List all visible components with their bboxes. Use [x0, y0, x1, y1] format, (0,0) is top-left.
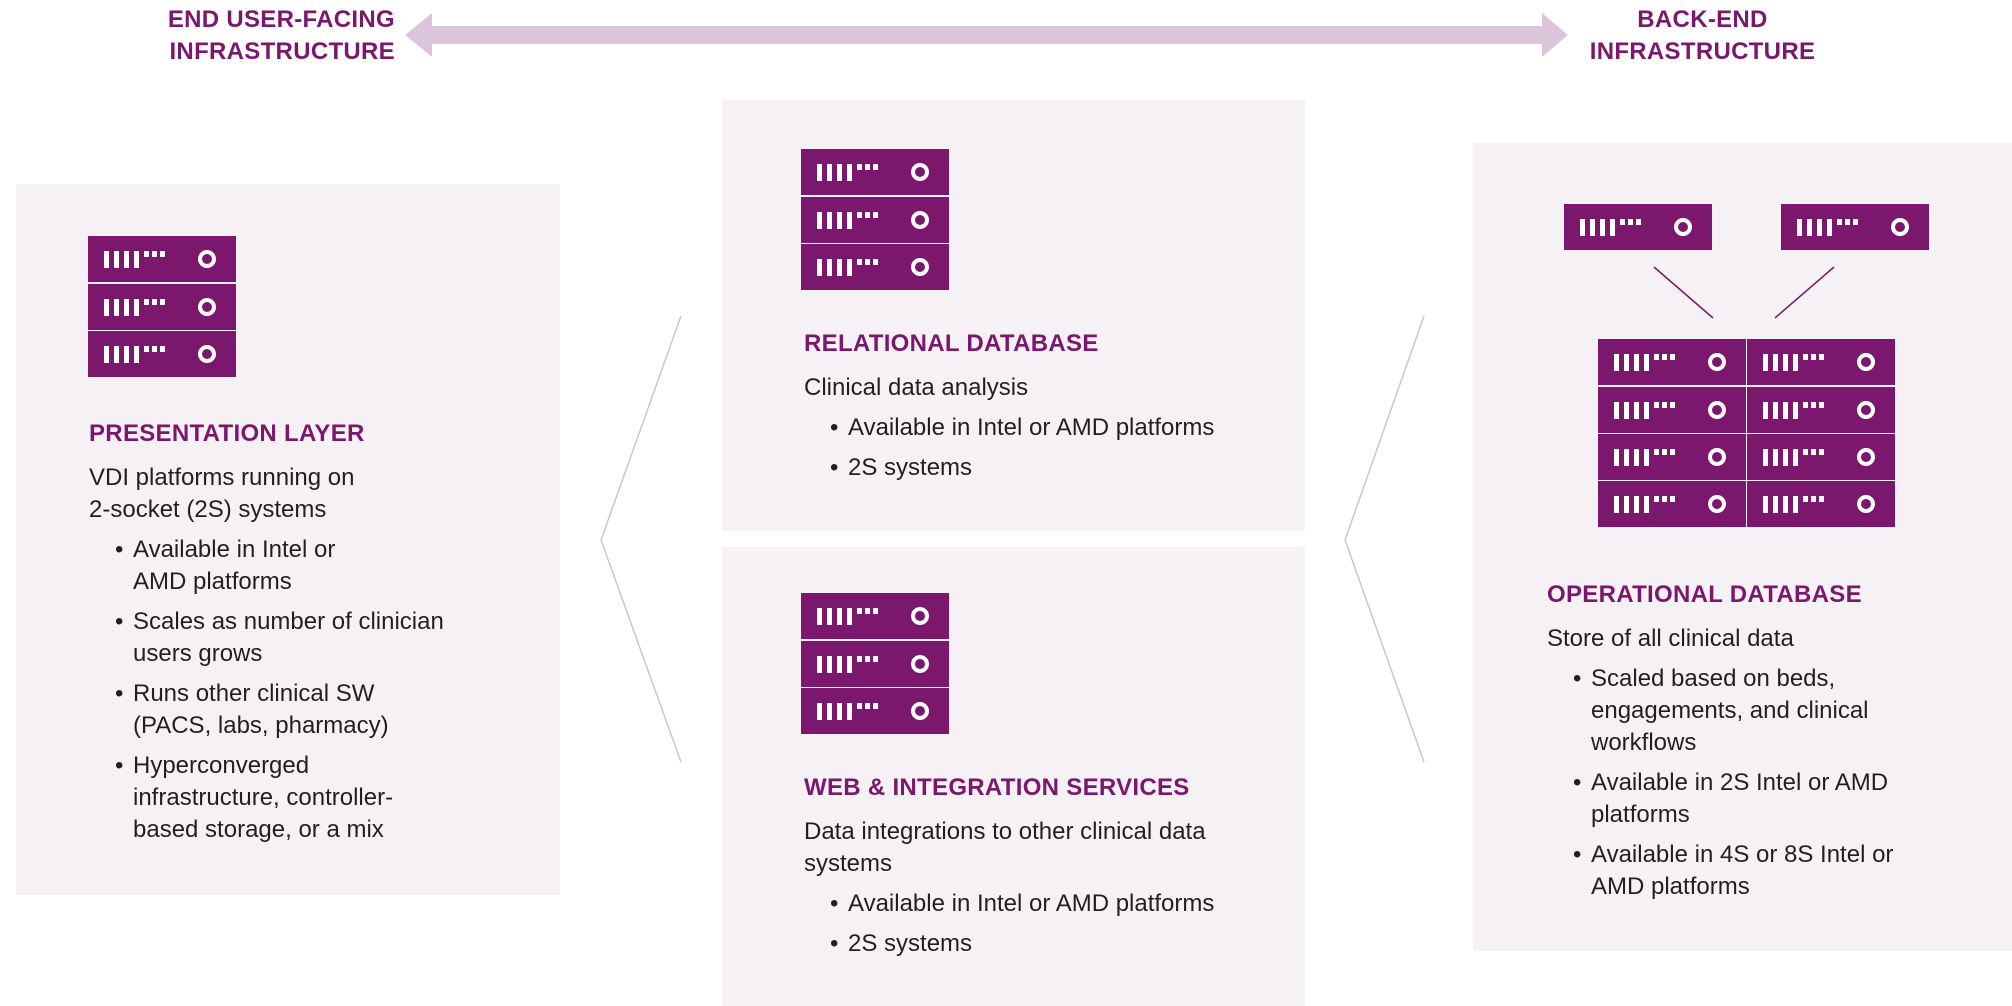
- web-integration-content: WEB & INTEGRATION SERVICES Data integrat…: [804, 772, 1284, 968]
- server-unit: [1781, 204, 1929, 250]
- server-unit: [801, 641, 949, 687]
- web-integration-description: Data integrations to other clinical data…: [804, 816, 1284, 880]
- bullet-line: (PACS, labs, pharmacy): [133, 712, 389, 739]
- server-unit: [801, 688, 949, 734]
- server-unit: [801, 149, 949, 195]
- server-unit: [1747, 434, 1895, 480]
- list-item: Scales as number of clinician users grow…: [115, 606, 489, 670]
- operational-database-description: Store of all clinical data: [1547, 625, 1794, 652]
- description-line: 2-socket (2S) systems: [89, 496, 327, 523]
- presentation-layer-bullets: Available in Intel or AMD platforms Scal…: [89, 534, 489, 846]
- description-line: VDI platforms running on: [89, 464, 355, 491]
- server-unit: [1598, 434, 1746, 480]
- bullet-line: workflows: [1591, 729, 1697, 756]
- server-unit: [1598, 387, 1746, 433]
- list-item: Available in 2S Intel or AMD platforms: [1573, 767, 1967, 831]
- presentation-layer-title: PRESENTATION LAYER: [89, 420, 365, 447]
- server-unit: [1564, 204, 1712, 250]
- bullet-line: Runs other clinical SW: [133, 680, 375, 707]
- server-unit: [88, 284, 236, 330]
- bullet-line: users grows: [133, 640, 263, 667]
- relational-database-bullets: Available in Intel or AMD platforms 2S s…: [804, 412, 1284, 484]
- list-item: Available in Intel or AMD platforms: [115, 534, 489, 598]
- list-item: Runs other clinical SW (PACS, labs, phar…: [115, 678, 489, 742]
- server-unit: [1747, 387, 1895, 433]
- bullet-line: Scales as number of clinician: [133, 608, 444, 635]
- presentation-layer-content: PRESENTATION LAYER VDI platforms running…: [89, 418, 489, 854]
- right-chevron: [1344, 315, 1425, 763]
- list-item: Available in Intel or AMD platforms: [830, 412, 1284, 444]
- list-item: Available in Intel or AMD platforms: [830, 888, 1284, 920]
- bullet-line: Scaled based on beds,: [1591, 665, 1836, 692]
- bullet-line: AMD platforms: [1591, 873, 1750, 900]
- operational-database-bullets: Scaled based on beds, engagements, and c…: [1547, 663, 1967, 903]
- relational-database-title: RELATIONAL DATABASE: [804, 330, 1099, 357]
- bullet-line: platforms: [1591, 801, 1690, 828]
- web-integration-title: WEB & INTEGRATION SERVICES: [804, 774, 1190, 801]
- operational-database-content: OPERATIONAL DATABASE Store of all clinic…: [1547, 579, 1967, 911]
- bullet-line: Hyperconverged: [133, 752, 310, 779]
- left-chevron: [600, 315, 682, 763]
- server-unit: [88, 331, 236, 377]
- server-unit: [1598, 481, 1746, 527]
- server-unit: [801, 244, 949, 290]
- relational-database-description: Clinical data analysis: [804, 374, 1029, 401]
- server-unit: [801, 197, 949, 243]
- server-unit: [1747, 481, 1895, 527]
- list-item: 2S systems: [830, 452, 1284, 484]
- operational-database-title: OPERATIONAL DATABASE: [1547, 581, 1862, 608]
- server-unit: [88, 236, 236, 282]
- web-integration-bullets: Available in Intel or AMD platforms 2S s…: [804, 888, 1284, 960]
- bullet-line: infrastructure, controller-: [133, 784, 394, 811]
- description-line: Data integrations to other clinical data: [804, 818, 1206, 845]
- presentation-layer-description: VDI platforms running on 2-socket (2S) s…: [89, 462, 489, 526]
- bullet-line: based storage, or a mix: [133, 816, 384, 843]
- server-unit: [1598, 339, 1746, 385]
- bullet-line: AMD platforms: [133, 568, 292, 595]
- description-line: systems: [804, 850, 893, 877]
- bullet-line: Available in 2S Intel or AMD: [1591, 769, 1889, 796]
- list-item: Scaled based on beds, engagements, and c…: [1573, 663, 1967, 759]
- bullet-line: Available in 4S or 8S Intel or: [1591, 841, 1894, 868]
- relational-database-content: RELATIONAL DATABASE Clinical data analys…: [804, 328, 1284, 492]
- server-unit: [801, 593, 949, 639]
- bullet-line: Available in Intel or: [133, 536, 336, 563]
- connector-line-left: [1653, 266, 1714, 319]
- list-item: Hyperconverged infrastructure, controlle…: [115, 750, 489, 846]
- server-unit: [1747, 339, 1895, 385]
- connector-line-right: [1774, 266, 1835, 319]
- list-item: Available in 4S or 8S Intel or AMD platf…: [1573, 839, 1967, 903]
- list-item: 2S systems: [830, 928, 1284, 960]
- bullet-line: engagements, and clinical: [1591, 697, 1869, 724]
